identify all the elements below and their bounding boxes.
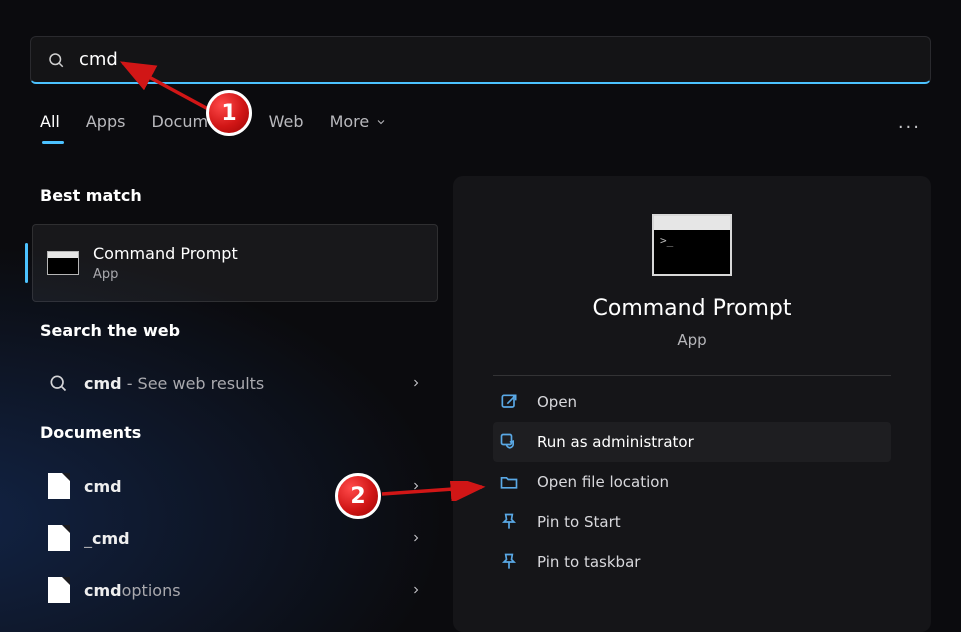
section-search-web: Search the web xyxy=(40,321,180,340)
document-label: _cmd xyxy=(84,529,410,548)
preview-panel: Command Prompt App Open Run as administr… xyxy=(453,176,931,632)
chevron-down-icon xyxy=(375,116,387,128)
document-icon xyxy=(48,473,70,499)
chevron-right-icon xyxy=(410,532,422,544)
search-icon xyxy=(48,373,68,393)
annotation-badge-2: 2 xyxy=(335,473,381,519)
search-box[interactable] xyxy=(30,36,931,84)
pin-icon xyxy=(499,512,519,532)
pin-icon xyxy=(499,552,519,572)
open-icon xyxy=(499,392,519,412)
search-icon xyxy=(47,51,65,69)
command-prompt-icon xyxy=(47,251,79,275)
action-pinstart-label: Pin to Start xyxy=(537,513,621,531)
chevron-right-icon xyxy=(410,584,422,596)
tab-all[interactable]: All xyxy=(40,112,60,143)
best-match-result[interactable]: Command Prompt App xyxy=(32,224,438,302)
preview-type: App xyxy=(493,331,891,349)
document-bold: cmd xyxy=(84,581,122,600)
action-open-file-location[interactable]: Open file location xyxy=(493,462,891,502)
preview-title: Command Prompt xyxy=(493,296,891,321)
document-icon xyxy=(48,525,70,551)
action-run-as-administrator[interactable]: Run as administrator xyxy=(493,422,891,462)
web-result-rest: - See web results xyxy=(122,374,265,393)
document-bold: cmd xyxy=(84,477,122,496)
divider xyxy=(493,375,891,376)
overflow-button[interactable]: ··· xyxy=(898,117,931,138)
action-pin-to-start[interactable]: Pin to Start xyxy=(493,502,891,542)
tab-web[interactable]: Web xyxy=(269,112,304,143)
section-best-match: Best match xyxy=(40,186,142,205)
tab-apps[interactable]: Apps xyxy=(86,112,126,143)
chevron-right-icon xyxy=(410,377,422,389)
tab-apps-label: Apps xyxy=(86,112,126,131)
web-result-row[interactable]: cmd - See web results xyxy=(32,358,438,408)
tab-all-label: All xyxy=(40,112,60,131)
tab-more[interactable]: More xyxy=(330,112,388,143)
document-bold: cmd xyxy=(92,529,130,548)
best-match-title: Command Prompt xyxy=(93,244,238,263)
web-result-label: cmd - See web results xyxy=(84,374,410,393)
document-row-cmdoptions[interactable]: cmdoptions xyxy=(32,565,438,615)
document-label: cmdoptions xyxy=(84,581,410,600)
document-rest: options xyxy=(122,581,181,600)
web-result-bold: cmd xyxy=(84,374,122,393)
document-icon xyxy=(48,577,70,603)
chevron-right-icon xyxy=(410,480,422,492)
folder-icon xyxy=(499,472,519,492)
tab-more-label: More xyxy=(330,112,370,131)
tab-web-label: Web xyxy=(269,112,304,131)
badge-2-label: 2 xyxy=(350,484,365,509)
filter-tabs: All Apps Documents Web More ··· xyxy=(40,112,931,143)
document-pre: _ xyxy=(84,529,92,548)
search-input[interactable] xyxy=(79,49,914,70)
action-pintask-label: Pin to taskbar xyxy=(537,553,640,571)
best-match-subtitle: App xyxy=(93,267,238,282)
action-openloc-label: Open file location xyxy=(537,473,669,491)
shield-admin-icon xyxy=(499,432,519,452)
action-open[interactable]: Open xyxy=(493,382,891,422)
action-open-label: Open xyxy=(537,393,577,411)
action-runadmin-label: Run as administrator xyxy=(537,433,694,451)
annotation-badge-1: 1 xyxy=(206,90,252,136)
command-prompt-icon xyxy=(652,214,732,276)
action-pin-to-taskbar[interactable]: Pin to taskbar xyxy=(493,542,891,582)
section-documents: Documents xyxy=(40,423,141,442)
document-row-_cmd[interactable]: _cmd xyxy=(32,513,438,563)
badge-1-label: 1 xyxy=(221,101,236,126)
